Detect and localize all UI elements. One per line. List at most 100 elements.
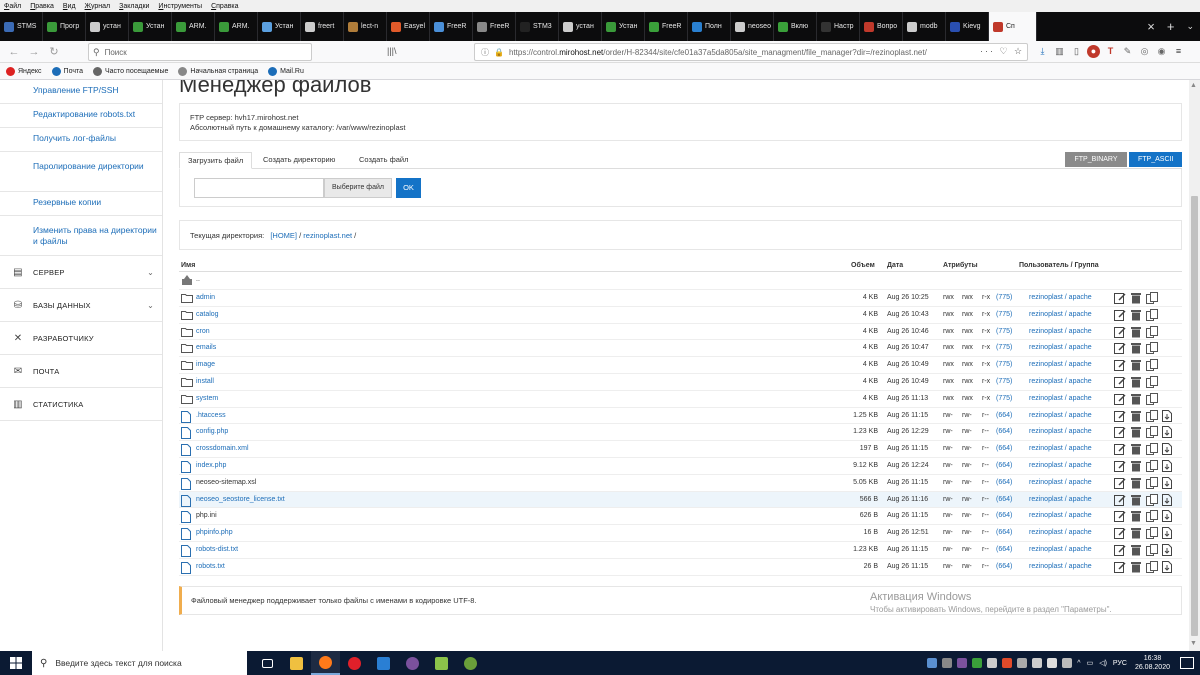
download-icon[interactable] (1162, 510, 1174, 523)
menu-item[interactable]: Закладки (119, 3, 149, 10)
delete-icon[interactable] (1130, 410, 1142, 422)
copy-icon[interactable] (1146, 560, 1158, 573)
edit-icon[interactable] (1114, 393, 1126, 405)
browser-tab[interactable]: Сп (989, 12, 1037, 41)
table-row[interactable]: catalog 4 KB Aug 26 10:43 rwx rwx r-x (775) rez… (179, 307, 1182, 324)
browser-tab[interactable]: Прогр (43, 12, 86, 41)
browser-tab[interactable]: STMS (0, 12, 43, 41)
file-name-link[interactable]: neoseo_seostore_license.txt (196, 492, 285, 508)
language-indicator[interactable]: РУС (1113, 660, 1127, 667)
copy-icon[interactable] (1146, 543, 1158, 556)
file-name-link[interactable]: catalog (196, 307, 219, 323)
browser-tab[interactable]: устан (86, 12, 129, 41)
permissions-link[interactable]: (775) (996, 290, 1012, 306)
table-row[interactable]: .htaccess 1.25 KB Aug 26 11:15 rw-rw-r-- (66… (179, 408, 1182, 425)
browser-tab[interactable]: устан (559, 12, 602, 41)
delete-icon[interactable] (1130, 561, 1142, 573)
file-name-link[interactable]: robots.txt (196, 559, 225, 575)
sidebar-link[interactable]: Получить лог-файлы (0, 128, 162, 152)
edit-icon[interactable] (1114, 477, 1126, 489)
edit-icon[interactable] (1114, 544, 1126, 556)
browser-tab[interactable]: freert (301, 12, 344, 41)
table-row[interactable]: robots.txt 26 B Aug 26 11:15 rw-rw-r-- (664)… (179, 559, 1182, 576)
permissions-link[interactable]: (664) (996, 525, 1012, 541)
page-actions-icon[interactable]: ··· ♡ ☆ (980, 46, 1024, 57)
tab-create-dir[interactable]: Создать директорию (255, 152, 343, 169)
owner-link[interactable]: rezinoplast / apache (1029, 307, 1092, 323)
edit-icon[interactable] (1114, 527, 1126, 540)
owner-link[interactable]: rezinoplast / apache (1029, 542, 1092, 558)
browser-tab[interactable]: Устан (258, 12, 301, 41)
breadcrumb-site[interactable]: rezinoplast.net (303, 231, 352, 240)
menu-icon[interactable]: ≡ (1172, 45, 1185, 58)
owner-link[interactable]: rezinoplast / apache (1029, 340, 1092, 356)
permissions-link[interactable]: (664) (996, 441, 1012, 457)
delete-icon[interactable] (1130, 494, 1142, 506)
download-icon[interactable] (1162, 560, 1174, 573)
browser-tab[interactable]: Устан (602, 12, 645, 41)
browser-tab[interactable]: FreeR (473, 12, 516, 41)
delete-icon[interactable] (1130, 527, 1142, 539)
notepad-icon[interactable] (427, 651, 456, 675)
table-row[interactable]: admin 4 KB Aug 26 10:25 rwx rwx r-x (775) rezin… (179, 290, 1182, 307)
app-icon[interactable] (456, 651, 485, 675)
clock[interactable]: 16:38 26.08.2020 (1135, 654, 1170, 672)
ftp-ascii-button[interactable]: FTP_ASCII (1129, 152, 1182, 167)
tray-icon[interactable] (1017, 658, 1028, 668)
sidebar-link[interactable]: Управление FTP/SSH (0, 80, 162, 104)
tray-icon[interactable] (1002, 658, 1013, 668)
menu-item[interactable]: Вид (63, 3, 76, 10)
copy-icon[interactable] (1146, 292, 1158, 304)
owner-link[interactable]: rezinoplast / apache (1029, 357, 1092, 373)
permissions-link[interactable]: (664) (996, 408, 1012, 424)
browser-tab[interactable]: Вклю (774, 12, 817, 41)
copy-icon[interactable] (1146, 426, 1158, 439)
table-row[interactable]: robots-dist.txt 1.23 KB Aug 26 11:15 rw-rw-… (179, 542, 1182, 559)
sidebar-link[interactable]: Резервные копии (0, 192, 162, 216)
sidebar-section[interactable]: ✕ РАЗРАБОТЧИКУ (0, 322, 162, 355)
tray-icon[interactable] (1062, 658, 1073, 668)
file-name-link[interactable]: emails (196, 340, 216, 356)
owner-link[interactable]: rezinoplast / apache (1029, 508, 1092, 524)
owner-link[interactable]: rezinoplast / apache (1029, 559, 1092, 575)
file-name-link[interactable]: cron (196, 324, 210, 340)
tab-upload-file[interactable]: Загрузить файл (179, 152, 253, 169)
delete-icon[interactable] (1130, 376, 1142, 388)
delete-icon[interactable] (1130, 393, 1142, 405)
search-input[interactable]: ⚲ Поиск (88, 43, 312, 61)
copy-icon[interactable] (1146, 325, 1158, 338)
copy-icon[interactable] (1146, 409, 1158, 422)
browser-tab[interactable]: Вопро (860, 12, 903, 41)
file-name-link[interactable]: .htaccess (196, 408, 226, 424)
browser-tab[interactable]: neoseo (731, 12, 774, 41)
owner-link[interactable]: rezinoplast / apache (1029, 374, 1092, 390)
sidebar-section[interactable]: ⛁ БАЗЫ ДАННЫХ ⌄ (0, 289, 162, 322)
scroll-up-icon[interactable]: ▲ (1190, 82, 1197, 89)
breadcrumb-home[interactable]: [HOME] (270, 231, 297, 240)
tab-list-icon[interactable]: ⌄ (1186, 21, 1194, 32)
ftp-binary-button[interactable]: FTP_BINARY (1065, 152, 1127, 167)
tray-skype-icon[interactable] (927, 658, 938, 668)
sidebar-link[interactable]: Редактирование robots.txt (0, 104, 162, 128)
scroll-down-icon[interactable]: ▼ (1190, 640, 1197, 647)
permissions-link[interactable]: (664) (996, 542, 1012, 558)
download-icon[interactable] (1162, 459, 1174, 472)
close-tab-icon[interactable]: × (1147, 19, 1155, 34)
viber-icon[interactable] (398, 651, 427, 675)
tab-create-file[interactable]: Создать файл (351, 152, 417, 169)
edit-icon[interactable] (1114, 426, 1126, 439)
table-row[interactable]: image 4 KB Aug 26 10:49 rwx rwx r-x (775) rezin… (179, 357, 1182, 374)
edit-icon[interactable] (1114, 510, 1126, 523)
taskbar-search[interactable]: ⚲ Введите здесь текст для поиска (32, 651, 247, 675)
edit-icon[interactable] (1114, 309, 1126, 321)
edit-icon[interactable] (1114, 410, 1126, 422)
sidebar-link[interactable]: Изменить права на директории и файлы (0, 216, 162, 256)
bookmarks-icon[interactable]: ▥ (1053, 45, 1066, 58)
edit-icon[interactable] (1114, 359, 1126, 372)
copy-icon[interactable] (1146, 359, 1158, 372)
file-name-link[interactable]: admin (196, 290, 215, 306)
file-name-link[interactable]: neoseo-sitemap.xsl (196, 475, 256, 491)
owner-link[interactable]: rezinoplast / apache (1029, 441, 1092, 457)
download-icon[interactable]: ⤓ (1036, 45, 1049, 58)
permissions-link[interactable]: (775) (996, 324, 1012, 340)
